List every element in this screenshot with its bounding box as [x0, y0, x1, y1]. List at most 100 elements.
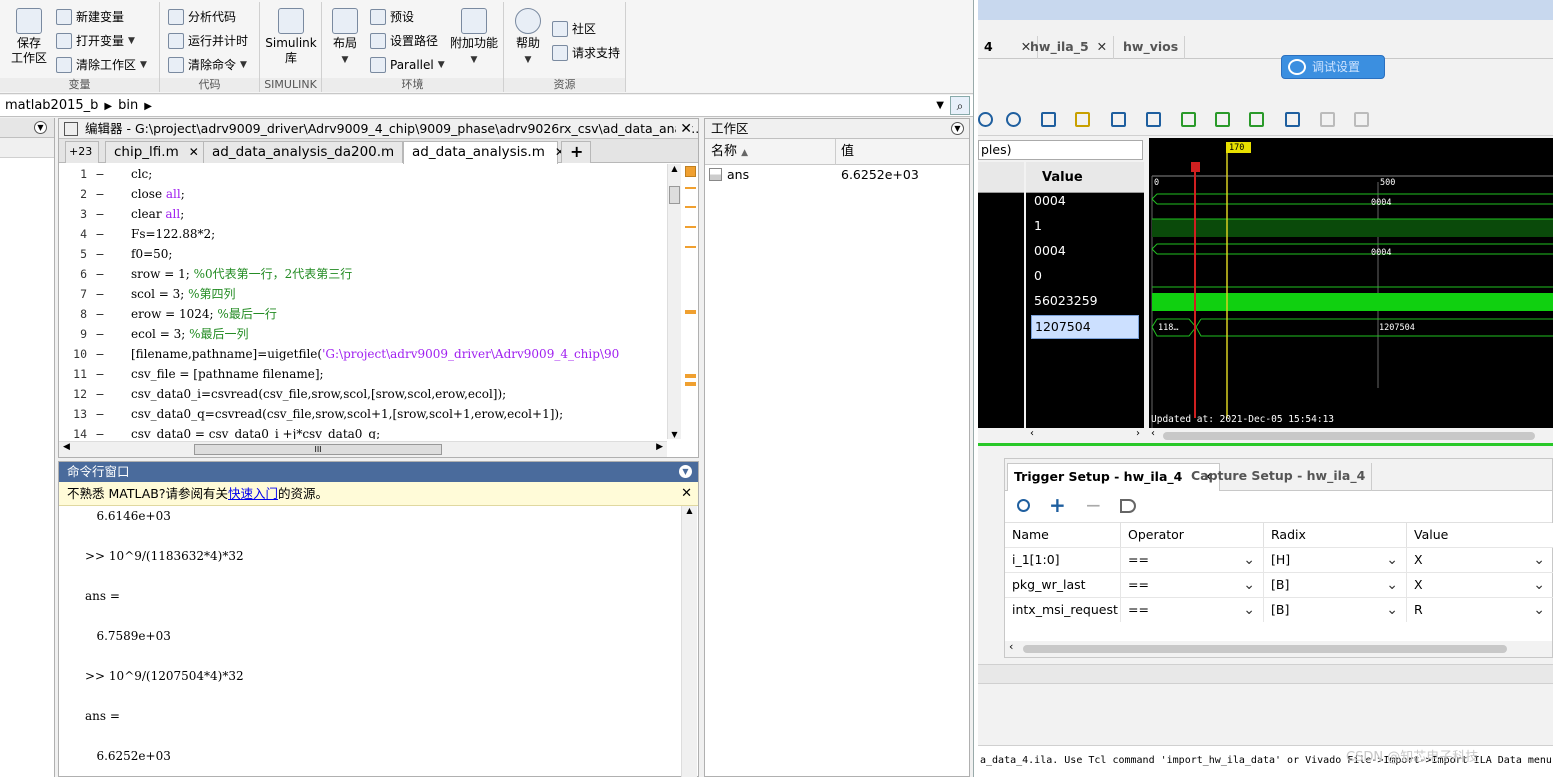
add-marker-icon[interactable]	[1249, 112, 1264, 127]
code-area[interactable]: 1– clc; 2– close all; 3– clear all; 4– Fs=122.8…	[59, 164, 659, 439]
scroll-right-icon[interactable]: ▶	[656, 442, 663, 452]
new-variable-button[interactable]: 新建变量	[56, 6, 124, 28]
code-line[interactable]: 8– erow = 1024; %最后一行	[59, 304, 659, 324]
scroll-left-icon[interactable]: ‹	[1009, 640, 1013, 653]
close-icon[interactable]: ✕	[189, 145, 199, 159]
editor-horizontal-scrollbar[interactable]: ◀ III ▶	[59, 441, 667, 457]
code-line[interactable]: 9– ecol = 3; %最后一列	[59, 324, 659, 344]
breakpoint-dash-icon[interactable]: –	[93, 324, 107, 344]
chevron-down-icon[interactable]: ⌄	[1243, 598, 1255, 622]
trigger-cell-value[interactable]: X ⌄	[1407, 573, 1553, 597]
go-to-start-icon[interactable]	[1111, 112, 1126, 127]
preferences-button[interactable]: 预设	[370, 6, 414, 28]
parallel-button[interactable]: Parallel ▼	[370, 54, 445, 76]
col-header-name[interactable]: Name	[1005, 523, 1121, 547]
workspace-row[interactable]: ans 6.6252e+03	[705, 165, 969, 185]
tabs-overflow-button[interactable]: +23	[65, 141, 99, 163]
previous-marker-icon[interactable]	[1285, 112, 1300, 127]
warning-mark[interactable]	[685, 310, 696, 314]
trigger-cell-name[interactable]: pkg_wr_last	[1005, 573, 1121, 597]
go-to-end-icon[interactable]	[1146, 112, 1161, 127]
trigger-cell-op[interactable]: == ⌄	[1121, 573, 1264, 597]
trigger-cell-value[interactable]: X ⌄	[1407, 548, 1553, 572]
request-support-button[interactable]: 请求支持	[552, 42, 620, 64]
go-to-cursor-icon[interactable]	[1075, 112, 1090, 127]
debug-settings-button[interactable]: 调试设置	[1281, 55, 1385, 79]
breakpoint-dash-icon[interactable]: –	[93, 424, 107, 439]
trigger-cell-op[interactable]: == ⌄	[1121, 598, 1264, 622]
swap-cursors-icon[interactable]	[1354, 112, 1369, 127]
zoom-out-icon[interactable]	[1006, 112, 1021, 127]
chevron-down-icon[interactable]: ⌄	[1386, 598, 1398, 622]
column-value-header[interactable]: 值	[841, 139, 854, 165]
set-path-button[interactable]: 设置路径	[370, 30, 438, 52]
breakpoint-dash-icon[interactable]: –	[93, 364, 107, 384]
col-header-radix[interactable]: Radix	[1264, 523, 1407, 547]
breakpoint-dash-icon[interactable]: –	[93, 404, 107, 424]
scroll-thumb[interactable]	[1023, 645, 1507, 653]
simulink-library-button[interactable]: Simulink 库	[264, 8, 318, 66]
command-vertical-scrollbar[interactable]: ▲	[681, 506, 697, 777]
trigger-cell-radix[interactable]: [H] ⌄	[1264, 548, 1407, 572]
trigger-cell-op[interactable]: == ⌄	[1121, 548, 1264, 572]
trigger-row[interactable]: intx_msi_request == ⌄ [B] ⌄ R ⌄	[1005, 597, 1553, 622]
tab-chip-lfi[interactable]: chip_lfi.m ✕	[105, 141, 205, 163]
help-button[interactable]: 帮助 ▼	[510, 8, 546, 68]
scroll-left-icon[interactable]: ◀	[63, 442, 70, 452]
scroll-thumb[interactable]: III	[194, 444, 442, 455]
warning-mark[interactable]	[685, 374, 696, 378]
waveform-search-input[interactable]: ples)	[978, 140, 1143, 160]
warning-indicator-icon[interactable]	[685, 166, 696, 177]
zoom-fit-icon[interactable]	[1041, 112, 1056, 127]
code-line[interactable]: 14– csv_data0 = csv_data0_i +j*csv_data0_…	[59, 424, 659, 439]
pane-menu-icon[interactable]: ▼	[34, 121, 47, 134]
trigger-condition-icon[interactable]	[1120, 499, 1136, 513]
trigger-row[interactable]: i_1[1:0] == ⌄ [H] ⌄ X ⌄	[1005, 547, 1553, 572]
breakpoint-dash-icon[interactable]: –	[93, 264, 107, 284]
warning-mark[interactable]	[685, 246, 696, 248]
warning-mark[interactable]	[685, 382, 696, 386]
add-icon[interactable]: +	[1049, 493, 1066, 517]
breakpoint-dash-icon[interactable]: –	[93, 284, 107, 304]
breakpoint-dash-icon[interactable]: –	[93, 344, 107, 364]
col-header-value[interactable]: Value	[1407, 523, 1553, 547]
new-tab-button[interactable]: +	[561, 141, 591, 163]
signal-value[interactable]: 56023259	[1034, 291, 1098, 311]
scroll-down-icon[interactable]: ▼	[668, 430, 681, 439]
scroll-left-icon[interactable]: ‹	[1030, 428, 1034, 439]
chevron-down-icon[interactable]: ⌄	[1533, 548, 1545, 572]
clear-commands-button[interactable]: 清除命令 ▼	[168, 54, 247, 76]
getting-started-link[interactable]: 快速入门	[228, 486, 278, 501]
search-icon[interactable]: ⌕	[950, 96, 970, 115]
breakpoint-dash-icon[interactable]: –	[93, 164, 107, 184]
col-header-operator[interactable]: Operator	[1121, 523, 1264, 547]
community-button[interactable]: 社区	[552, 18, 596, 40]
scroll-thumb[interactable]	[1163, 432, 1535, 440]
close-icon[interactable]: ✕	[676, 119, 692, 138]
column-name-header[interactable]: 名称 ▲	[711, 139, 748, 166]
breakpoint-dash-icon[interactable]: –	[93, 244, 107, 264]
remove-icon[interactable]: −	[1085, 493, 1102, 517]
code-line[interactable]: 7– scol = 3; %第四列	[59, 284, 659, 304]
previous-transition-icon[interactable]	[1181, 112, 1196, 127]
scroll-thumb[interactable]	[669, 186, 680, 204]
tab-ad-data-analysis-da200[interactable]: ad_data_analysis_da200.m✕	[203, 141, 414, 163]
code-analyzer-bar[interactable]	[683, 164, 697, 439]
open-variable-button[interactable]: 打开变量 ▼	[56, 30, 135, 52]
run-and-time-button[interactable]: 运行并计时	[168, 30, 248, 52]
waveform-scrollbar[interactable]: ‹	[1149, 428, 1553, 442]
signal-value[interactable]: 0004	[1034, 241, 1066, 261]
marker-label[interactable]: 170	[1229, 143, 1244, 153]
code-line[interactable]: 13– csv_data0_q=csvread(csv_file,srow,sco…	[59, 404, 659, 424]
breakpoint-dash-icon[interactable]: –	[93, 224, 107, 244]
chevron-down-icon[interactable]: ⌄	[1243, 548, 1255, 572]
trigger-cell-radix[interactable]: [B] ⌄	[1264, 598, 1407, 622]
search-icon[interactable]	[1017, 499, 1030, 512]
layout-button[interactable]: 布局 ▼	[328, 8, 362, 68]
pane-menu-icon[interactable]: ▼	[951, 122, 964, 135]
code-line[interactable]: 6– srow = 1; %0代表第一行，2代表第三行	[59, 264, 659, 284]
code-line[interactable]: 10– [filename,pathname]=uigetfile('G:\pro…	[59, 344, 659, 364]
values-scrollbar[interactable]: ‹ ›	[1026, 428, 1144, 442]
scroll-left-icon[interactable]: ‹	[1151, 428, 1155, 439]
breakpoint-dash-icon[interactable]: –	[93, 384, 107, 404]
